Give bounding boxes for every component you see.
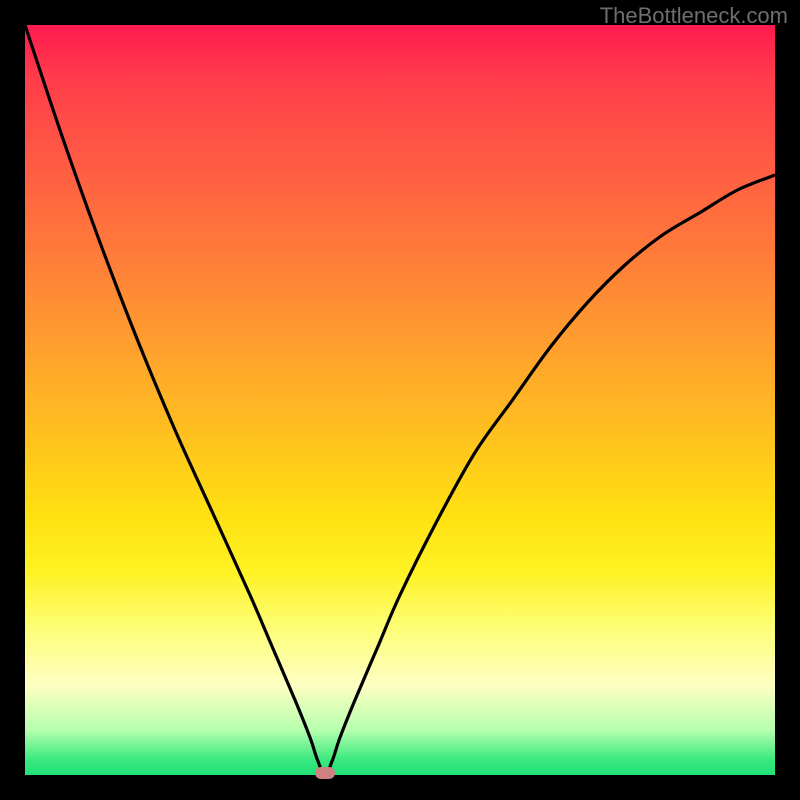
curve-path <box>25 25 775 775</box>
plot-area <box>25 25 775 775</box>
watermark-text: TheBottleneck.com <box>600 3 788 29</box>
optimum-marker <box>315 767 335 779</box>
chart-frame: TheBottleneck.com <box>0 0 800 800</box>
bottleneck-curve <box>25 25 775 775</box>
